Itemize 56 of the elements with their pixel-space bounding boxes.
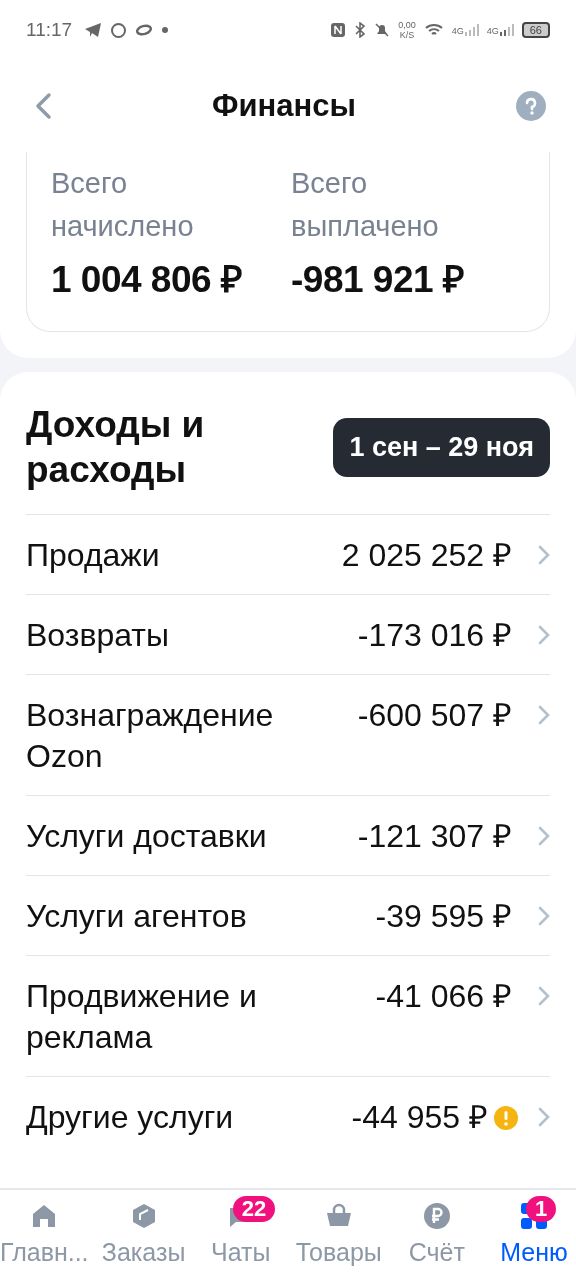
row-label: Другие услуги [26, 1098, 235, 1137]
status-time: 11:17 [26, 19, 73, 41]
row-label: Услуги агентов [26, 897, 248, 936]
row-label: Услуги доставки [26, 817, 268, 856]
nav-tab[interactable]: 22 Чаты [198, 1190, 283, 1280]
bell-off-icon [374, 22, 391, 38]
battery-icon: 66 [521, 22, 550, 38]
summary-label: Всего начислено [51, 166, 195, 244]
row-label: Вознаграждение Ozon [26, 696, 275, 776]
row-amount: -39 595 ₽ [375, 897, 512, 936]
page-title: Финансы [212, 88, 356, 124]
chevron-icon [538, 826, 550, 846]
finance-row[interactable]: Продажи 2 025 252 ₽ [26, 514, 550, 594]
finance-row[interactable]: Продвижение и реклама -41 066 ₽ [26, 955, 550, 1076]
row-amount: -44 955 ₽ [351, 1098, 488, 1137]
chevron-icon [538, 986, 550, 1006]
summary-amount: -981 921 ₽ [291, 258, 466, 302]
ring-icon [135, 24, 154, 36]
nfc-icon [330, 22, 347, 38]
row-amount: -173 016 ₽ [357, 616, 512, 655]
signal-icon [499, 24, 514, 36]
ruble-icon [422, 1202, 451, 1230]
finance-row[interactable]: Возвраты -173 016 ₽ [26, 594, 550, 674]
row-label: Возвраты [26, 616, 170, 655]
wifi-icon [423, 22, 444, 38]
row-amount: -600 507 ₽ [357, 696, 512, 735]
row-label: Продвижение и реклама [26, 977, 258, 1057]
network-type: 4G [451, 26, 464, 36]
row-amount: -41 066 ₽ [375, 977, 512, 1016]
back-icon[interactable] [34, 92, 52, 120]
speed-unit: K/S [399, 30, 415, 40]
speed-value: 0,00 [398, 20, 416, 30]
signal-icon [464, 24, 479, 36]
summary-label: Всего выплачено [291, 166, 440, 244]
chevron-icon [538, 705, 550, 725]
dot-icon [161, 26, 170, 34]
count-badge: 22 [232, 1196, 276, 1222]
row-amount: -121 307 ₽ [357, 817, 512, 856]
section-title: Доходы и расходы [26, 403, 206, 492]
finance-row[interactable]: Услуги агентов -39 595 ₽ [26, 875, 550, 955]
finance-row[interactable]: Другие услуги -44 955 ₽ [26, 1076, 550, 1156]
nav-tab[interactable]: 1 Меню [491, 1190, 576, 1280]
chevron-icon [538, 906, 550, 926]
row-amount: 2 025 252 ₽ [341, 536, 512, 575]
finance-row[interactable]: Услуги доставки -121 307 ₽ [26, 795, 550, 875]
chevron-icon [538, 545, 550, 565]
period-button[interactable]: 1 сен – 29 ноя [333, 417, 550, 477]
network-type: 4G [486, 26, 499, 36]
row-label: Продажи [26, 536, 161, 575]
help-icon[interactable] [516, 91, 546, 121]
count-badge: 1 [525, 1196, 557, 1222]
chevron-icon [538, 1107, 550, 1127]
finance-row[interactable]: Вознаграждение Ozon -600 507 ₽ [26, 674, 550, 795]
summary-amount: 1 004 806 ₽ [51, 258, 244, 302]
chevron-icon [538, 625, 550, 645]
bluetooth-icon [354, 22, 367, 38]
